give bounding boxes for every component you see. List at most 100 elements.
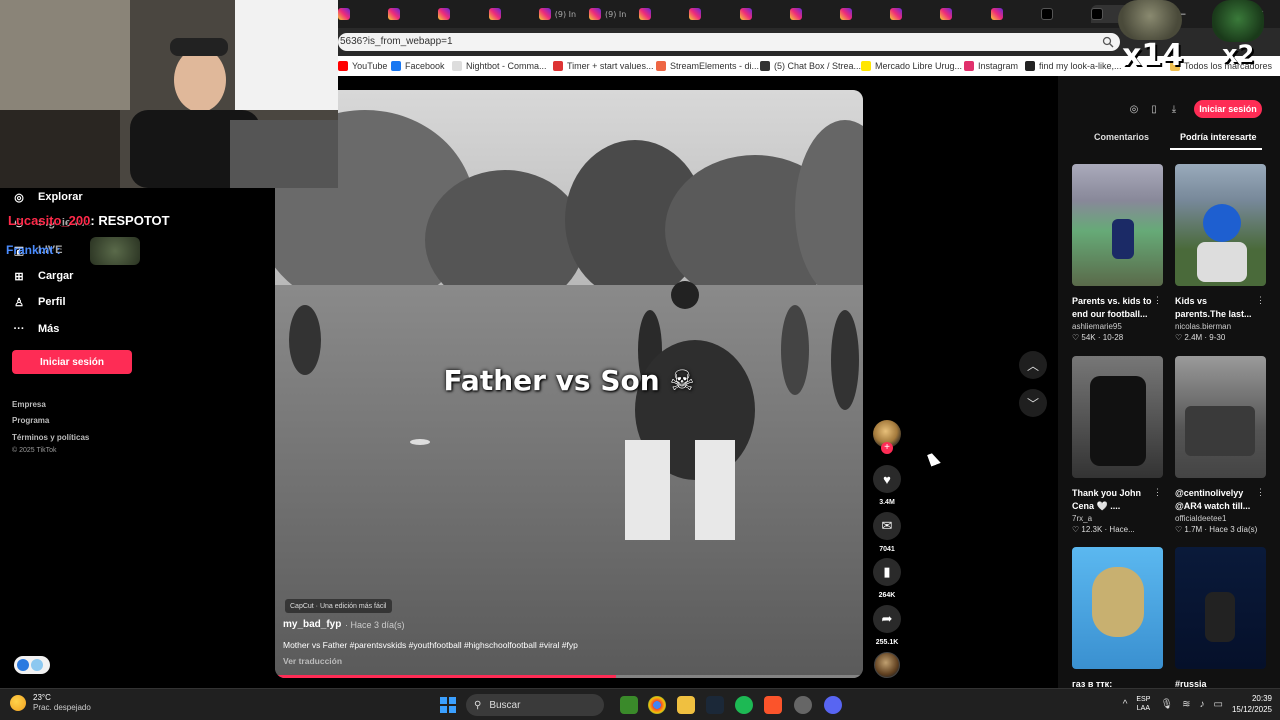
like-action[interactable]: ♥ 3.4M (872, 465, 902, 506)
more-options-icon[interactable]: ⋮ (1153, 487, 1162, 498)
bookmark-item[interactable]: Timer + start values... (553, 59, 653, 73)
sidebar-item-perfil[interactable]: ♙ Perfil (12, 295, 65, 309)
follow-plus-icon[interactable]: + (881, 442, 893, 454)
sidebar-item-explorar[interactable]: ◎ Explorar (12, 190, 82, 204)
suggested-video-card[interactable]: Kids vs parents.The last... nicolas.bier… (1175, 164, 1267, 342)
microphone-icon[interactable]: 🎙 (1160, 699, 1173, 710)
share-action[interactable]: ➦ 255.1K (872, 605, 902, 646)
weather-widget[interactable]: 23°C Prac. despejado (10, 693, 91, 713)
login-button[interactable]: Iniciar sesión (12, 350, 132, 374)
file-explorer-icon[interactable] (677, 696, 695, 714)
url-field[interactable]: 5636?is_from_webapp=1 (338, 33, 1120, 51)
previous-video-button[interactable]: ︿ (1019, 351, 1047, 379)
browser-tab[interactable] (388, 5, 434, 23)
active-tab-indicator (1170, 148, 1262, 150)
bookmark-favicon-icon (452, 61, 462, 71)
clock[interactable]: 20:39 15/12/2025 (1232, 693, 1272, 715)
bookmark-favicon-icon (760, 61, 770, 71)
language-indicator[interactable]: ESP LAA (1136, 695, 1150, 713)
browser-tab[interactable] (840, 5, 886, 23)
sidebar-item-mas[interactable]: ··· Más (12, 322, 60, 336)
all-bookmarks-button[interactable]: Todos los marcadores (1169, 59, 1272, 73)
sidebar-item-cargar[interactable]: ⊞ Cargar (12, 269, 73, 283)
browser-tab[interactable] (789, 5, 836, 23)
save-action[interactable]: ▮ 264K (872, 558, 902, 599)
sound-avatar[interactable] (874, 652, 900, 678)
video-player[interactable]: Father vs Son ☠ CapCut · Una edición más… (275, 90, 863, 678)
streamer-webcam (0, 0, 338, 188)
footer-link-programa[interactable]: Programa (12, 416, 49, 425)
chat-username: Frankmt : (6, 243, 61, 257)
video-overlay-title: Father vs Son ☠ (275, 364, 863, 397)
browser-tab[interactable] (338, 5, 384, 23)
footer-link-empresa[interactable]: Empresa (12, 400, 46, 409)
next-video-button[interactable]: ﹀ (1019, 389, 1047, 417)
bookmark-item[interactable]: Instagram (964, 59, 1018, 73)
discord-icon[interactable] (824, 696, 842, 714)
sidebar-item-label: Cargar (38, 270, 74, 282)
bookmark-item[interactable]: Nightbot - Comma... (452, 59, 547, 73)
capcut-badge[interactable]: CapCut · Una edición más fácil (285, 599, 392, 613)
tab-comentarios[interactable]: Comentarios (1094, 132, 1149, 142)
video-progress-bar[interactable] (275, 675, 863, 678)
browser-tab[interactable] (689, 5, 735, 23)
browser-tab[interactable] (488, 5, 535, 23)
bookmark-item[interactable]: find my look-a-like,... (1025, 59, 1122, 73)
instagram-icon (488, 8, 501, 20)
more-options-icon[interactable]: ⋮ (1256, 487, 1265, 498)
browser-tab[interactable] (940, 5, 986, 23)
spotify-icon[interactable] (735, 696, 753, 714)
zoom-icon[interactable] (1102, 36, 1114, 48)
more-options-icon[interactable]: ⋮ (1256, 295, 1265, 306)
bookmark-label: Timer + start values... (567, 61, 654, 71)
bookmark-icon[interactable]: ▮ (873, 558, 901, 586)
battery-icon[interactable]: ▭ (1214, 699, 1223, 710)
obs-icon[interactable] (794, 696, 812, 714)
chevron-up-icon[interactable]: ^ (1123, 699, 1128, 710)
more-options-icon[interactable]: ⋮ (1153, 295, 1162, 306)
suggested-video-card[interactable]: газ в ттк: (1072, 547, 1164, 691)
browser-tab[interactable] (1040, 5, 1087, 23)
chrome-icon[interactable] (648, 696, 666, 714)
login-button-top[interactable]: Iniciar sesión (1194, 100, 1262, 118)
translate-link[interactable]: Ver traducción (283, 656, 342, 666)
floating-toggle[interactable] (14, 656, 50, 674)
bookmark-item[interactable]: (5) Chat Box / Strea... (760, 59, 861, 73)
heart-icon[interactable]: ♥ (873, 465, 901, 493)
video-author[interactable]: my_bad_fyp (283, 619, 341, 630)
phone-icon[interactable]: ▯ (1144, 99, 1164, 119)
bookmark-item[interactable]: YouTube (338, 59, 387, 73)
bookmark-label: Nightbot - Comma... (466, 61, 547, 71)
suggested-video-card[interactable]: @centinolivelyy @AR4 watch till... offic… (1175, 356, 1267, 534)
browser-tab[interactable] (990, 5, 1037, 23)
browser-tab[interactable]: (9) In (589, 5, 635, 23)
wifi-icon[interactable]: ≋ (1182, 699, 1190, 710)
browser-tab[interactable] (739, 5, 786, 23)
bookmark-item[interactable]: Mercado Libre Urug... (861, 59, 962, 73)
suggested-video-card[interactable]: Parents vs. kids to end our football... … (1072, 164, 1164, 342)
compass-icon[interactable]: ◎ (1124, 99, 1144, 119)
windows-start-icon[interactable] (440, 697, 456, 713)
comment-action[interactable]: ✉ 7041 (872, 512, 902, 553)
suggested-video-card[interactable]: #russia (1175, 547, 1267, 691)
download-icon[interactable]: ⤓ (1164, 99, 1184, 119)
taskbar-search[interactable]: ⚲ Buscar (466, 694, 604, 716)
footer-link-terminos[interactable]: Términos y políticas (12, 433, 89, 442)
brave-icon[interactable] (764, 696, 782, 714)
video-progress-fill (275, 675, 617, 678)
video-thumbnail (1175, 547, 1266, 669)
bookmark-item[interactable]: Facebook (391, 59, 445, 73)
steam-icon[interactable] (706, 696, 724, 714)
browser-tab[interactable] (438, 5, 484, 23)
suggested-video-card[interactable]: Thank you John Cena 🤍 .... 7rx_a ♡ 12.3K… (1072, 356, 1164, 534)
share-icon[interactable]: ➦ (873, 605, 901, 633)
comment-icon[interactable]: ✉ (873, 512, 901, 540)
system-tray: ^ ESP LAA 🎙 ≋ ♪ ▭ 20:39 15/12/2025 (1123, 693, 1272, 715)
browser-tab[interactable] (639, 5, 685, 23)
minecraft-icon[interactable] (620, 696, 638, 714)
browser-tab[interactable]: (9) In (538, 5, 585, 23)
volume-icon[interactable]: ♪ (1200, 699, 1205, 710)
tab-podria-interesarte[interactable]: Podría interesarte (1180, 132, 1257, 142)
browser-tab[interactable] (890, 5, 936, 23)
bookmark-item[interactable]: StreamElements - di... (656, 59, 759, 73)
